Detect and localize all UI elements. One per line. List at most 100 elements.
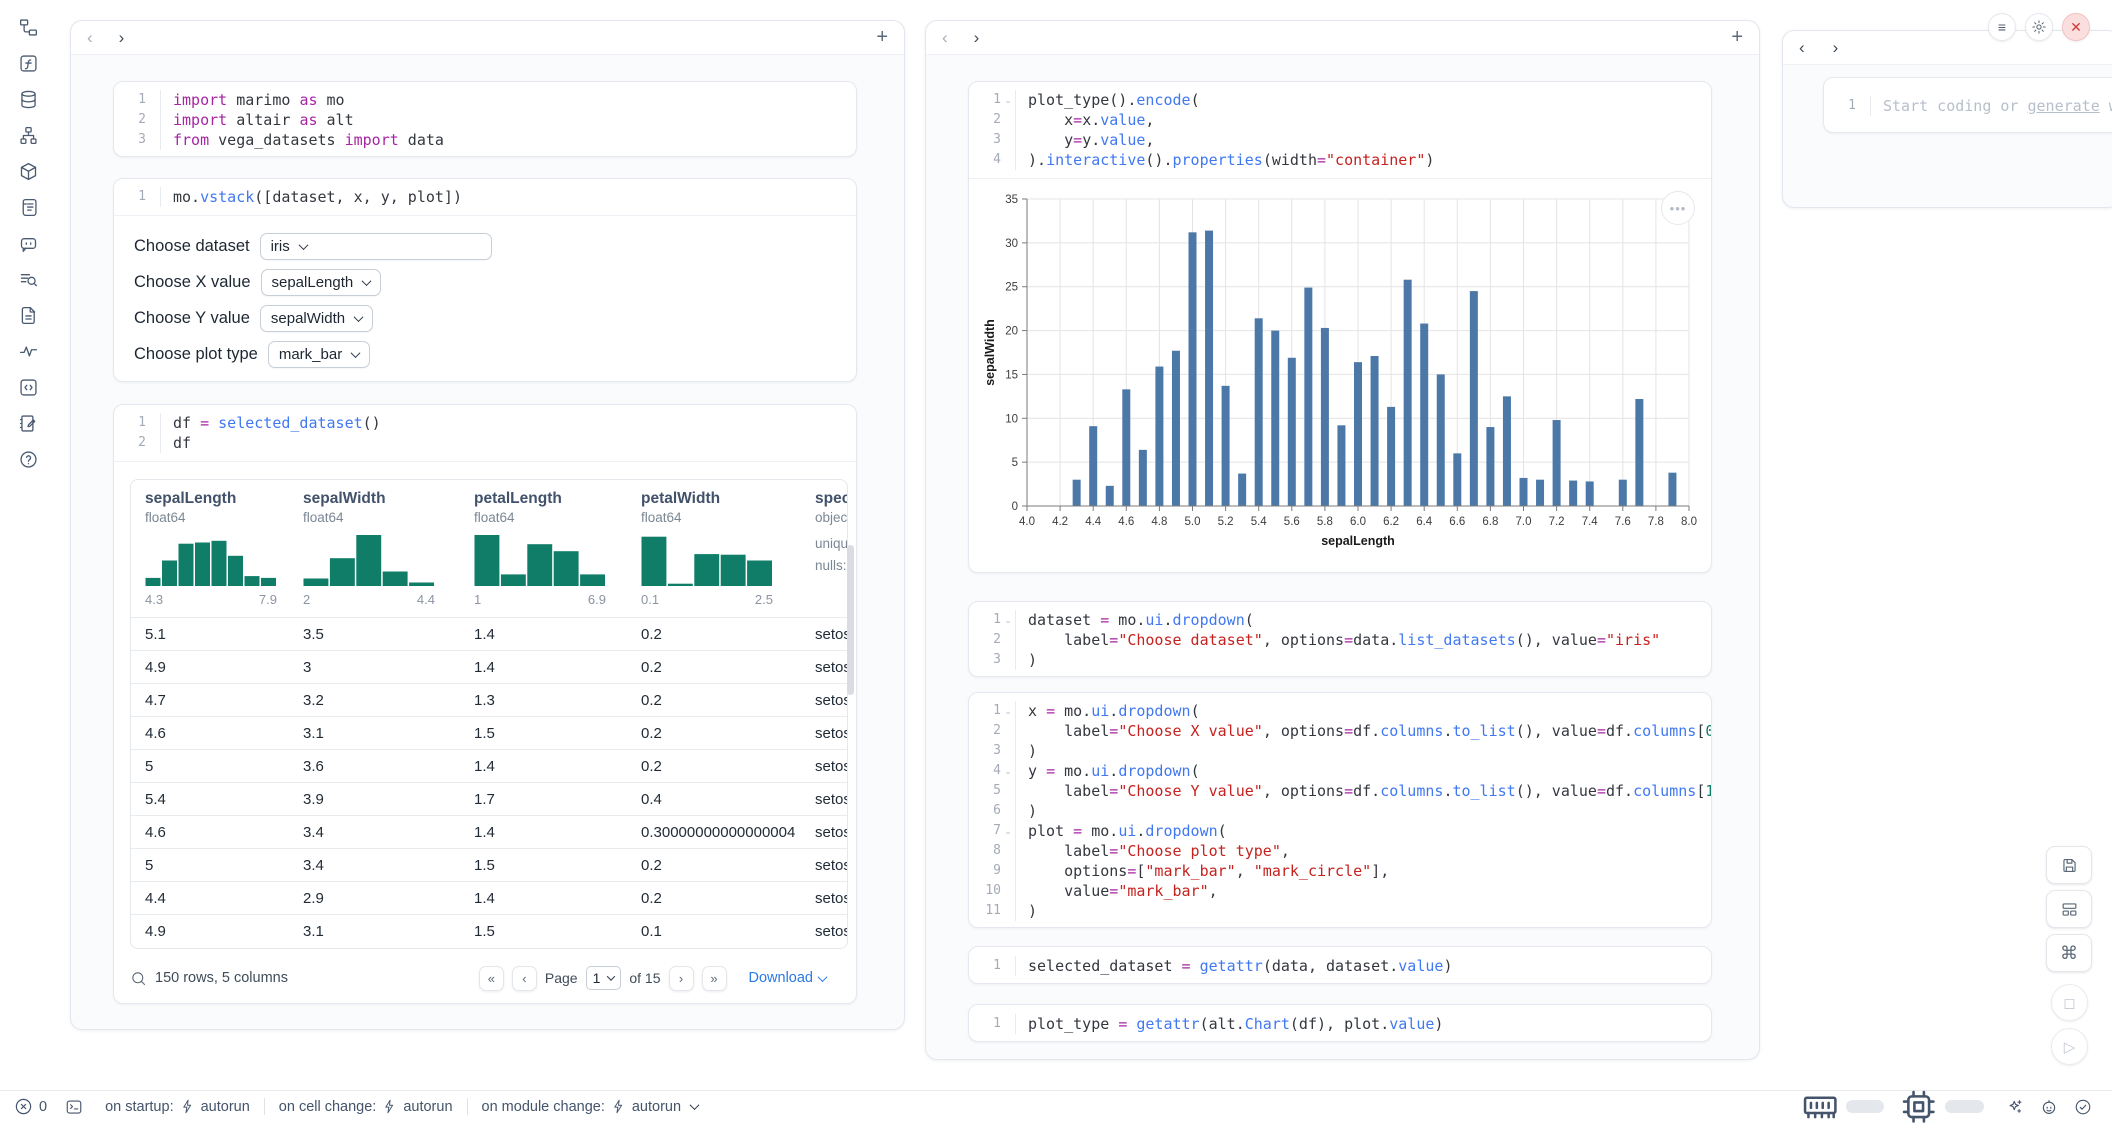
right-panel-header: ‹ › xyxy=(1783,31,2112,65)
table-row: 4.73.21.30.2setosa xyxy=(131,683,847,716)
sidebar-datasources-button[interactable] xyxy=(8,83,48,119)
code-editor[interactable]: 1⌄plot_type().encode(2 x=x.value,3 y=y.v… xyxy=(969,82,1711,178)
run-button[interactable]: ▷ xyxy=(2051,1028,2088,1065)
ai-assistant-button[interactable] xyxy=(2006,1098,2024,1116)
notebook-menu-button[interactable]: ≡ xyxy=(1988,13,2016,41)
add-cell-button[interactable]: + xyxy=(1731,26,1743,49)
svg-text:6.2: 6.2 xyxy=(1383,516,1399,528)
sidebar-snippets-button[interactable] xyxy=(8,371,48,407)
svg-text:4.0: 4.0 xyxy=(1019,516,1035,528)
table-scrollbar[interactable] xyxy=(847,545,854,695)
column-forward-icon[interactable]: › xyxy=(974,29,980,46)
code-editor[interactable]: 1plot_type = getattr(alt.Chart(df), plot… xyxy=(969,1005,1711,1042)
code-editor[interactable]: 1⌄dataset = mo.ui.dropdown(2 label="Choo… xyxy=(969,602,1711,677)
connection-status-button[interactable] xyxy=(2074,1098,2092,1116)
column-forward-icon[interactable]: › xyxy=(1833,39,1839,56)
code-editor[interactable]: 1⌄x = mo.ui.dropdown(2 label="Choose X v… xyxy=(969,693,1711,928)
table-cell: 3.2 xyxy=(289,692,460,709)
save-button[interactable] xyxy=(2046,846,2092,884)
column-back-icon[interactable]: ‹ xyxy=(942,29,948,46)
table-cell: 3 xyxy=(289,659,460,676)
on-cell-change-setting[interactable]: on cell change: autorun xyxy=(279,1099,453,1115)
table-cell: setosa xyxy=(801,626,848,643)
dependency-graph-icon xyxy=(18,125,39,146)
code-editor[interactable]: 1import marimo as mo2import altair as al… xyxy=(114,82,856,157)
cell-dataset-dropdown: 1⌄dataset = mo.ui.dropdown(2 label="Choo… xyxy=(968,601,1712,677)
table-cell: 5 xyxy=(131,758,289,775)
column-header-species[interactable]: speciesobjectunique:nulls: xyxy=(801,480,848,617)
svg-text:8.0: 8.0 xyxy=(1681,516,1697,528)
last-page-button[interactable]: » xyxy=(702,966,727,991)
code-editor[interactable]: 1df = selected_dataset()2df xyxy=(114,405,856,462)
code-line: 2import altair as alt xyxy=(114,110,856,130)
chevron-down-icon xyxy=(690,1100,700,1110)
sidebar-tracebacks-button[interactable] xyxy=(8,263,48,299)
sidebar-help-button[interactable] xyxy=(8,443,48,479)
keyboard-shortcuts-button[interactable]: ⌘ xyxy=(2046,934,2092,972)
layout-toggle-button[interactable] xyxy=(2046,890,2092,928)
svg-text:7.6: 7.6 xyxy=(1615,516,1631,528)
y-value-select[interactable]: sepalWidth xyxy=(260,305,373,332)
column-back-icon[interactable]: ‹ xyxy=(1799,39,1805,56)
cpu-usage[interactable] xyxy=(1898,1086,1984,1127)
cell-vstack: 1mo.vstack([dataset, x, y, plot]) Choose… xyxy=(113,178,857,382)
download-button[interactable]: Download xyxy=(749,970,827,986)
table-cell: 3.4 xyxy=(289,857,460,874)
prev-page-button[interactable]: ‹ xyxy=(512,966,537,991)
sidebar-chat-button[interactable] xyxy=(8,227,48,263)
table-cell: 3.6 xyxy=(289,758,460,775)
chevron-down-icon xyxy=(351,348,361,358)
sidebar-functions-button[interactable] xyxy=(8,47,48,83)
table-cell: 3.1 xyxy=(289,923,460,940)
settings-button[interactable] xyxy=(2025,13,2053,41)
sidebar-packages-button[interactable] xyxy=(8,155,48,191)
code-line: 7⌄plot = mo.ui.dropdown( xyxy=(969,821,1711,841)
list-search-icon xyxy=(18,269,39,290)
first-page-button[interactable]: « xyxy=(479,966,504,991)
sidebar-logs-button[interactable] xyxy=(8,191,48,227)
column-header-sepalLength[interactable]: sepalLengthfloat644.37.9 xyxy=(131,480,289,617)
sidebar-documentation-button[interactable] xyxy=(8,299,48,335)
next-page-button[interactable]: › xyxy=(669,966,694,991)
page-number-select[interactable]: 1 xyxy=(586,966,622,990)
table-row: 5.43.91.70.4setosa xyxy=(131,782,847,815)
chatbot-status-button[interactable] xyxy=(2040,1098,2058,1116)
code-line: 1⌄dataset = mo.ui.dropdown( xyxy=(969,610,1711,630)
altair-bar-chart[interactable]: 4.04.24.44.64.85.05.25.45.65.86.06.26.46… xyxy=(981,187,1701,552)
on-module-change-setting[interactable]: on module change: autorun xyxy=(482,1099,699,1115)
lightning-icon xyxy=(382,1099,397,1114)
sidebar-variables-button[interactable] xyxy=(8,335,48,371)
code-line: 1⌄plot_type().encode( xyxy=(969,90,1711,110)
dataset-select[interactable]: iris xyxy=(260,233,492,260)
table-cell: 3.1 xyxy=(289,725,460,742)
table-cell: setosa xyxy=(801,758,848,775)
terminal-button[interactable] xyxy=(65,1098,83,1116)
table-cell: 1.5 xyxy=(460,857,627,874)
code-editor[interactable]: 1selected_dataset = getattr(data, datase… xyxy=(969,947,1711,984)
column-header-petalLength[interactable]: petalLengthfloat6416.9 xyxy=(460,480,627,617)
column-header-sepalWidth[interactable]: sepalWidthfloat6424.4 xyxy=(289,480,460,617)
on-startup-setting[interactable]: on startup: autorun xyxy=(105,1099,250,1115)
column-histogram xyxy=(145,528,277,586)
plot-type-select[interactable]: mark_bar xyxy=(268,341,370,368)
shutdown-button[interactable]: ✕ xyxy=(2062,13,2090,41)
column-header-petalWidth[interactable]: petalWidthfloat640.12.5 xyxy=(627,480,801,617)
chart-actions-button[interactable]: ••• xyxy=(1661,191,1695,225)
table-cell: 4.9 xyxy=(131,923,289,940)
sidebar-dependency-graph-button[interactable] xyxy=(8,119,48,155)
sidebar-file-explorer-button[interactable] xyxy=(8,11,48,47)
stop-button[interactable]: ◻ xyxy=(2051,984,2088,1021)
table-cell: 0.2 xyxy=(627,626,801,643)
add-cell-button[interactable]: + xyxy=(876,26,888,49)
code-editor[interactable]: 1 Start coding or generate with xyxy=(1824,78,2112,116)
memory-usage[interactable] xyxy=(1800,1086,1884,1126)
x-value-select[interactable]: sepalLength xyxy=(261,269,382,296)
code-editor[interactable]: 1mo.vstack([dataset, x, y, plot]) xyxy=(114,179,856,215)
sidebar-scratchpad-button[interactable] xyxy=(8,407,48,443)
column-forward-icon[interactable]: › xyxy=(119,29,125,46)
table-row: 4.63.41.40.30000000000000004setosa xyxy=(131,815,847,848)
column-back-icon[interactable]: ‹ xyxy=(87,29,93,46)
error-count-badge[interactable]: 0 xyxy=(14,1097,47,1116)
generate-link[interactable]: generate xyxy=(2028,97,2100,115)
search-icon[interactable] xyxy=(130,970,147,987)
